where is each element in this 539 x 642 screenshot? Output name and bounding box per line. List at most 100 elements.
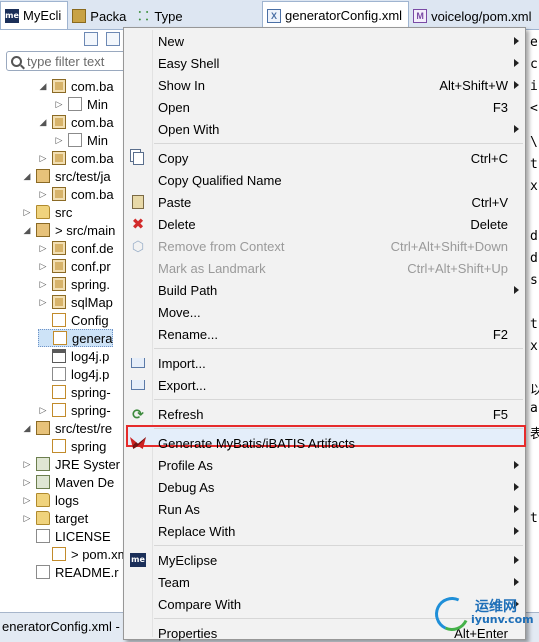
source-folder-icon xyxy=(36,169,50,183)
expanded-arrow-icon[interactable]: ◢ xyxy=(38,117,48,127)
tree-item[interactable]: ▷ spring. xyxy=(38,275,111,293)
tree-item[interactable]: ▷ sqlMap xyxy=(38,293,113,311)
filter-input[interactable]: type filter text xyxy=(6,51,130,71)
collapsed-arrow-icon[interactable]: ▷ xyxy=(38,297,48,307)
code-fragment: < xyxy=(530,101,538,116)
menu-item-team[interactable]: Team xyxy=(124,571,525,593)
tree-item-label: src/test/ja xyxy=(55,168,111,184)
tree-item[interactable]: ▷ Min xyxy=(54,131,108,149)
tab-generatorconfig-xml[interactable]: X generatorConfig.xml xyxy=(262,1,410,29)
tab-myeclipse-explorer[interactable]: me MyEcli xyxy=(0,1,69,29)
menu-item-myeclipse[interactable]: me MyEclipse xyxy=(124,549,525,571)
menu-separator xyxy=(154,545,523,546)
menu-item-generate-mybatis-ibatis-artifacts[interactable]: Generate MyBatis/iBATIS Artifacts xyxy=(124,432,525,454)
tree-item[interactable]: ▷ Min xyxy=(54,95,108,113)
tab-package-explorer[interactable]: Packa xyxy=(68,3,132,29)
tree-item[interactable]: spring xyxy=(38,437,106,455)
tab-label: voicelog/pom.xml xyxy=(431,8,532,24)
collapsed-arrow-icon[interactable]: ▷ xyxy=(38,189,48,199)
tree-item[interactable]: ▷ com.ba xyxy=(38,185,114,203)
menu-item-replace-with[interactable]: Replace With xyxy=(124,520,525,542)
collapsed-arrow-icon[interactable]: ▷ xyxy=(22,207,32,217)
menu-item-shortcut: F5 xyxy=(492,406,508,422)
collapsed-arrow-icon[interactable]: ▷ xyxy=(38,243,48,253)
tree-item[interactable]: > pom.xm xyxy=(38,545,128,563)
tree-item[interactable]: ▷ JRE Syster xyxy=(22,455,120,473)
expanded-arrow-icon[interactable]: ◢ xyxy=(22,423,32,433)
tree-item[interactable]: ▷ conf.de xyxy=(38,239,114,257)
menu-item-rename[interactable]: Rename... F2 xyxy=(124,323,525,345)
menu-item-copy-qualified-name[interactable]: Copy Qualified Name xyxy=(124,169,525,191)
tree-item[interactable]: log4j.p xyxy=(38,365,109,383)
editor-area[interactable]: e c i < \ t x d d s t x 以 a 表 t xyxy=(524,30,539,612)
tree-item[interactable]: README.r xyxy=(22,563,119,581)
code-fragment: d xyxy=(530,251,538,266)
tree-item[interactable]: ◢ src/test/re xyxy=(22,419,113,437)
menu-item-move[interactable]: Move... xyxy=(124,301,525,323)
collapse-all-icon[interactable] xyxy=(84,32,98,46)
tree-item-label: conf.de xyxy=(71,240,114,256)
collapsed-arrow-icon[interactable]: ▷ xyxy=(54,99,64,109)
menu-item-paste[interactable]: Paste Ctrl+V xyxy=(124,191,525,213)
tree-item[interactable]: ◢ com.ba xyxy=(38,113,114,131)
collapsed-arrow-icon[interactable]: ▷ xyxy=(22,477,32,487)
remove-context-icon: ⬡ xyxy=(131,237,145,254)
tree-item[interactable]: ▷ conf.pr xyxy=(38,257,111,275)
tab-type-hierarchy[interactable]: ⸬ Type xyxy=(132,3,188,29)
tree-item[interactable]: LICENSE xyxy=(22,527,111,545)
collapsed-arrow-icon[interactable]: ▷ xyxy=(54,135,64,145)
tree-item[interactable]: ▷ spring- xyxy=(38,401,111,419)
tree-item[interactable]: ▷ Maven De xyxy=(22,473,115,491)
tab-label: Packa xyxy=(90,8,127,24)
tree-item[interactable]: Config xyxy=(38,311,109,329)
search-icon xyxy=(11,55,22,67)
expanded-arrow-icon[interactable]: ◢ xyxy=(22,171,32,181)
menu-item-label: Build Path xyxy=(158,282,218,298)
tree-item[interactable]: ▷ target xyxy=(22,509,89,527)
source-folder-icon xyxy=(36,223,50,237)
tree-item[interactable]: ▷ logs xyxy=(22,491,79,509)
tree-item[interactable]: ▷ com.ba xyxy=(38,149,114,167)
menu-item-export[interactable]: Export... xyxy=(124,374,525,396)
menu-item-label: Replace With xyxy=(158,523,236,539)
link-with-editor-icon[interactable] xyxy=(106,32,120,46)
menu-item-profile-as[interactable]: Profile As xyxy=(124,454,525,476)
no-arrow xyxy=(38,351,48,361)
code-fragment: i xyxy=(530,79,538,94)
import-icon xyxy=(130,355,146,371)
file-icon xyxy=(52,367,66,381)
menu-item-open-with[interactable]: Open With xyxy=(124,118,525,140)
tree-item[interactable]: ◢ src/test/ja xyxy=(22,167,111,185)
menu-item-build-path[interactable]: Build Path xyxy=(124,279,525,301)
tree-item[interactable]: ◢ > src/main xyxy=(22,221,116,239)
menu-item-refresh[interactable]: ⟳ Refresh F5 xyxy=(124,403,525,425)
collapsed-arrow-icon[interactable]: ▷ xyxy=(22,513,32,523)
collapsed-arrow-icon[interactable]: ▷ xyxy=(38,261,48,271)
expanded-arrow-icon[interactable]: ◢ xyxy=(38,81,48,91)
collapsed-arrow-icon[interactable]: ▷ xyxy=(38,405,48,415)
tree-item[interactable]: ▷ src xyxy=(22,203,73,221)
menu-item-show-in[interactable]: Show In Alt+Shift+W xyxy=(124,74,525,96)
collapsed-arrow-icon[interactable]: ▷ xyxy=(22,459,32,469)
tab-pom-xml[interactable]: M voicelog/pom.xml xyxy=(409,3,537,29)
tree-item-label: > pom.xm xyxy=(71,546,129,562)
menu-item-open[interactable]: Open F3 xyxy=(124,96,525,118)
tree-item-label: Min xyxy=(87,96,108,112)
menu-item-import[interactable]: Import... xyxy=(124,352,525,374)
menu-item-easy-shell[interactable]: Easy Shell xyxy=(124,52,525,74)
tree-item[interactable]: ◢ com.ba xyxy=(38,77,114,95)
menu-item-run-as[interactable]: Run As xyxy=(124,498,525,520)
tree-item[interactable]: genera xyxy=(38,329,114,347)
no-arrow xyxy=(38,387,48,397)
menu-item-debug-as[interactable]: Debug As xyxy=(124,476,525,498)
menu-item-new[interactable]: New xyxy=(124,30,525,52)
paste-icon xyxy=(130,194,146,210)
collapsed-arrow-icon[interactable]: ▷ xyxy=(38,153,48,163)
collapsed-arrow-icon[interactable]: ▷ xyxy=(22,495,32,505)
menu-item-delete[interactable]: ✖ Delete Delete xyxy=(124,213,525,235)
tree-item[interactable]: log4j.p xyxy=(38,347,109,365)
expanded-arrow-icon[interactable]: ◢ xyxy=(22,225,32,235)
menu-item-copy[interactable]: Copy Ctrl+C xyxy=(124,147,525,169)
tree-item[interactable]: spring- xyxy=(38,383,111,401)
collapsed-arrow-icon[interactable]: ▷ xyxy=(38,279,48,289)
